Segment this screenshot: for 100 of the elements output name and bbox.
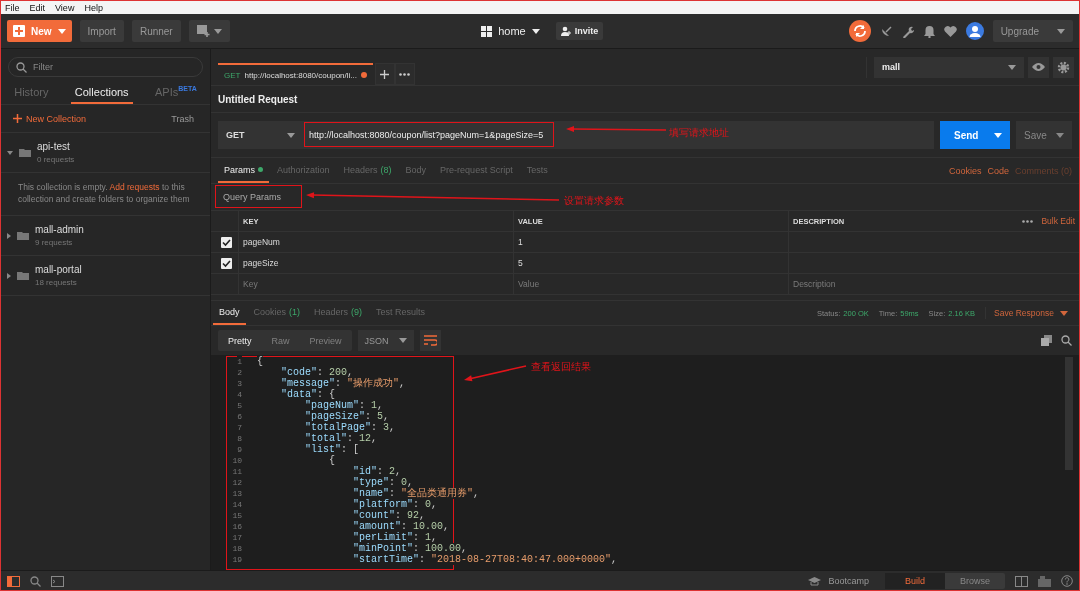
new-collection-button[interactable]: New Collection — [13, 113, 87, 124]
save-response-button[interactable]: Save Response — [985, 307, 1074, 319]
view-mode-tab[interactable]: Pretty — [218, 330, 262, 351]
sidebar-tab[interactable]: APIs$^{BETA}$ — [151, 81, 201, 104]
description-placeholder[interactable]: Description — [793, 279, 836, 289]
settings-button[interactable] — [1053, 56, 1074, 78]
window-plus-icon — [196, 25, 210, 37]
eye-icon — [1032, 63, 1045, 71]
wrap-button[interactable] — [419, 330, 441, 351]
request-link[interactable]: Cookies — [948, 165, 982, 176]
folder-icon — [17, 271, 29, 280]
sidebar-tab[interactable]: Collections — [70, 81, 133, 104]
sidebar-tab[interactable]: History — [10, 81, 53, 104]
new-button[interactable]: New — [7, 20, 72, 42]
menu-item[interactable]: View — [55, 2, 75, 13]
line-number: 11 — [232, 466, 242, 477]
line-number: 16 — [232, 521, 242, 532]
caret-right-icon — [7, 232, 11, 239]
line-number: 14 — [232, 499, 242, 510]
checkbox[interactable] — [221, 257, 232, 269]
value-placeholder[interactable]: Value — [518, 279, 540, 289]
heart-icon — [943, 25, 957, 37]
format-dropdown[interactable]: JSON — [357, 330, 414, 351]
grid-icon — [481, 25, 493, 37]
description-cell[interactable] — [788, 253, 1079, 274]
caret-icon — [398, 338, 407, 343]
search-icon — [16, 62, 27, 73]
send-button[interactable]: Send — [940, 121, 1010, 149]
request-option-tab[interactable]: Body — [399, 158, 433, 183]
view-mode-tab[interactable]: Raw — [261, 330, 300, 351]
wrap-lines-icon — [423, 335, 437, 346]
collection-item[interactable]: mall-portal 18 requests — [1, 256, 210, 296]
save-button[interactable]: Save — [1016, 121, 1072, 149]
line-number: 12 — [232, 477, 242, 488]
line-number: 10 — [232, 455, 242, 466]
graduation-cap-icon — [808, 576, 822, 586]
new-window-button[interactable] — [188, 20, 230, 42]
plus-icon — [13, 25, 25, 37]
eye-button[interactable] — [1028, 56, 1049, 78]
two-pane-icon — [1015, 575, 1028, 587]
bell-icon — [923, 24, 935, 38]
caret-icon — [994, 132, 1002, 138]
param-key: pageNum — [243, 237, 280, 247]
query-params-label: Query Params — [223, 192, 282, 202]
more-tabs-button[interactable] — [395, 63, 415, 85]
more-icon — [399, 72, 411, 76]
bootcamp-button[interactable]: Bootcamp — [802, 575, 875, 587]
view-mode-tab[interactable]: Preview — [299, 330, 352, 351]
help-icon — [1061, 575, 1073, 587]
caret-icon — [287, 132, 295, 138]
line-number: 3 — [237, 378, 242, 389]
invite-button[interactable]: Invite — [555, 22, 604, 40]
bulk-edit-link[interactable]: Bulk Edit — [1041, 216, 1075, 226]
collection-item[interactable]: mall-admin 9 requests — [1, 216, 210, 256]
menu-item[interactable]: Edit — [29, 2, 46, 13]
annotation-text: 设置请求参数 — [564, 194, 624, 208]
request-count: 0 requests — [37, 155, 75, 164]
param-value: 1 — [518, 237, 523, 247]
new-tab-button[interactable] — [375, 63, 395, 85]
console-icon — [51, 575, 64, 587]
method-dropdown[interactable]: GET — [218, 121, 303, 149]
description-cell[interactable] — [788, 232, 1079, 253]
sidebar-toggle-icon — [7, 575, 20, 587]
menu-item[interactable]: Help — [84, 2, 103, 13]
line-number: 17 — [232, 532, 242, 543]
caret-right-icon — [7, 272, 11, 279]
add-requests-link[interactable]: Add requests — [109, 182, 160, 192]
avatar-icon — [965, 22, 984, 40]
sync-icon — [848, 20, 871, 42]
line-number: 18 — [232, 543, 242, 554]
workspace-dropdown[interactable]: home — [475, 24, 546, 38]
line-number: 1 — [237, 356, 242, 367]
menu-item[interactable]: File — [5, 2, 20, 13]
request-option-tab[interactable]: Params — [218, 158, 269, 183]
filter-field[interactable]: Filter — [8, 57, 203, 77]
mode-tab[interactable]: Build — [885, 573, 945, 589]
line-number: 2 — [237, 367, 242, 378]
upgrade-button[interactable]: Upgrade — [992, 20, 1073, 42]
annotation-arrow — [464, 365, 527, 382]
mode-tab[interactable]: Browse — [945, 573, 1005, 589]
caret-icon — [1008, 64, 1016, 70]
line-number: 4 — [237, 389, 242, 400]
environment-dropdown[interactable]: mall — [874, 56, 1024, 78]
request-link[interactable]: Code — [987, 165, 1009, 176]
collection-name: mall-portal — [35, 264, 82, 275]
request-title: Untitled Request — [218, 93, 298, 105]
collection-name: api-test — [37, 141, 71, 152]
request-option-tab[interactable]: Authorization — [271, 158, 336, 183]
response-tab[interactable]: Body — [213, 301, 246, 325]
toolbar-button[interactable]: Runner — [131, 20, 181, 42]
request-count: 9 requests — [35, 238, 74, 247]
toolbar-button[interactable]: Import — [79, 20, 124, 42]
caret-icon — [57, 28, 66, 34]
empty-collection-note: This collection is empty. Add requests to this collection and create folders to organize them — [1, 173, 210, 216]
checkbox[interactable] — [221, 236, 232, 248]
trash-link[interactable]: Trash — [165, 112, 200, 125]
key-placeholder[interactable]: Key — [243, 279, 258, 289]
caret-down-icon — [7, 150, 13, 155]
request-option-tab[interactable]: Tests — [520, 158, 554, 183]
collection-item[interactable]: api-test 0 requests — [1, 133, 210, 173]
